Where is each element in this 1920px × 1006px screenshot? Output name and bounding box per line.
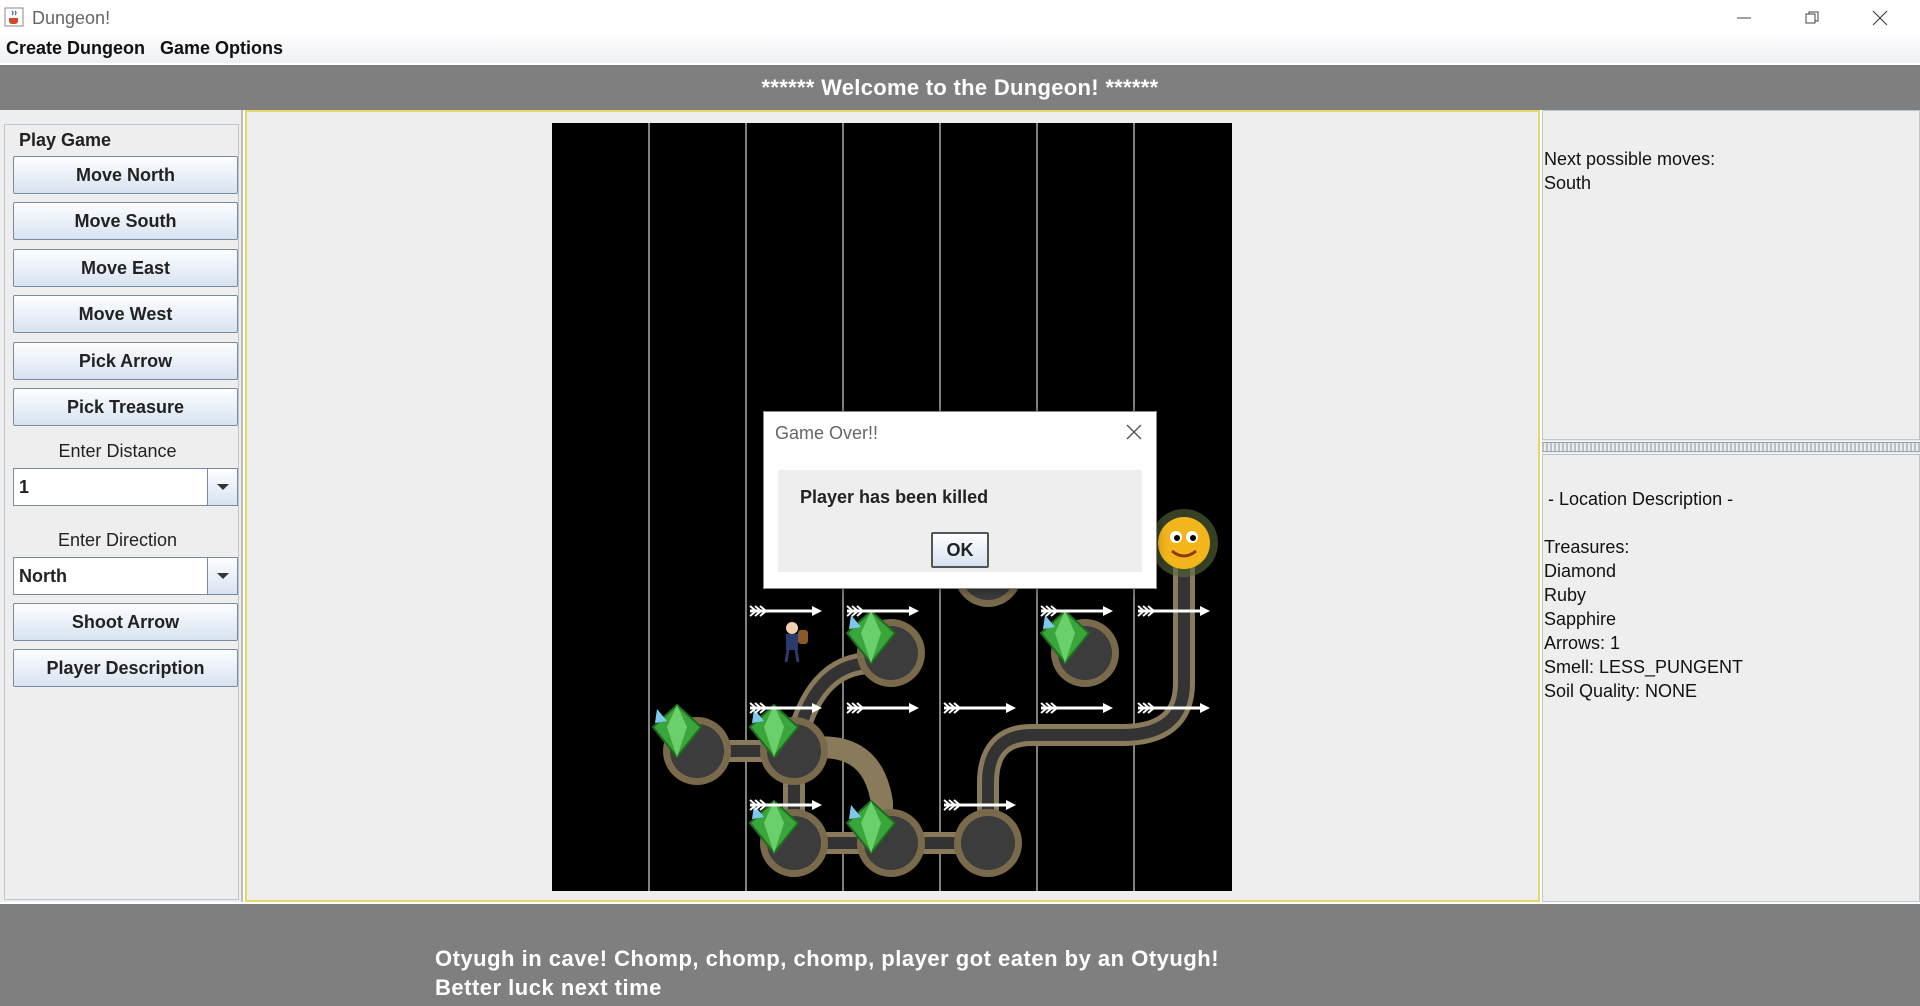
direction-dropdown-arrow[interactable] xyxy=(207,558,237,594)
treasure-item: Ruby xyxy=(1544,585,1587,605)
chevron-down-icon xyxy=(216,573,229,579)
control-panel: Play Game Move North Move South Move Eas… xyxy=(0,110,243,902)
java-cup-icon xyxy=(4,7,24,27)
play-game-group: Play Game Move North Move South Move Eas… xyxy=(4,124,239,900)
title-bar: Dungeon! xyxy=(0,0,1920,35)
enter-distance-label: Enter Distance xyxy=(58,441,177,461)
distance-value: 1 xyxy=(19,477,30,497)
game-over-dialog: Game Over!! Player has been killed OK xyxy=(763,411,1157,589)
treasure-item: Diamond xyxy=(1544,561,1617,581)
move-east-button[interactable]: Move East xyxy=(13,249,238,287)
status-message-line-1: Otyugh in cave! Chomp, chomp, chomp, pla… xyxy=(435,946,1220,971)
ok-button[interactable]: OK xyxy=(931,532,989,568)
welcome-text: ****** Welcome to the Dungeon! ****** xyxy=(761,74,1159,100)
welcome-banner: ****** Welcome to the Dungeon! ****** xyxy=(0,65,1920,110)
smell-status: Smell: LESS_PUNGENT xyxy=(1544,657,1744,677)
direction-select[interactable]: North xyxy=(13,557,238,595)
minimize-icon xyxy=(1737,17,1751,18)
next-move-item: South xyxy=(1544,173,1592,193)
otyugh-monster-icon xyxy=(1150,509,1218,577)
move-south-button[interactable]: Move South xyxy=(13,202,238,240)
split-pane-divider[interactable] xyxy=(1542,442,1920,452)
menu-game-options[interactable]: Game Options xyxy=(160,38,283,59)
distance-select[interactable]: 1 xyxy=(13,468,238,506)
close-window-button[interactable] xyxy=(1846,0,1914,35)
enter-direction-label: Enter Direction xyxy=(57,530,178,550)
location-description-title: - Location Description - xyxy=(1548,489,1734,509)
play-game-label: Play Game xyxy=(17,130,114,151)
menu-bar: Create Dungeon Game Options xyxy=(0,35,1920,63)
chevron-down-icon xyxy=(216,484,229,490)
status-message-line-2: Better luck next time xyxy=(435,975,662,1000)
status-footer: Otyugh in cave! Chomp, chomp, chomp, pla… xyxy=(0,904,1920,1006)
window-title: Dungeon! xyxy=(32,8,111,28)
distance-dropdown-arrow[interactable] xyxy=(207,469,237,505)
pick-treasure-button[interactable]: Pick Treasure xyxy=(13,388,238,426)
direction-value: North xyxy=(19,566,67,586)
player-icon xyxy=(784,622,808,663)
close-icon xyxy=(1872,10,1888,25)
next-moves-area: Next possible moves: South xyxy=(1542,110,1920,440)
move-north-button[interactable]: Move North xyxy=(13,156,238,194)
dialog-body: Player has been killed OK xyxy=(778,470,1142,572)
arrows-count: Arrows: 1 xyxy=(1544,633,1621,653)
close-icon[interactable] xyxy=(1122,420,1146,444)
restore-button[interactable] xyxy=(1778,0,1846,35)
soil-quality: Soil Quality: NONE xyxy=(1544,681,1698,701)
dialog-message: Player has been killed xyxy=(800,487,989,507)
info-panel: Next possible moves: South - Location De… xyxy=(1542,110,1920,902)
shoot-arrow-button[interactable]: Shoot Arrow xyxy=(13,603,238,641)
pick-arrow-button[interactable]: Pick Arrow xyxy=(13,342,238,380)
location-description-area: - Location Description - Treasures: Diam… xyxy=(1542,454,1920,902)
next-moves-title: Next possible moves: xyxy=(1544,149,1716,169)
move-west-button[interactable]: Move West xyxy=(13,295,238,333)
restore-icon xyxy=(1805,11,1819,23)
treasure-item: Sapphire xyxy=(1544,609,1617,629)
minimize-button[interactable] xyxy=(1710,0,1778,35)
dialog-title: Game Over!! xyxy=(775,423,879,443)
treasures-label: Treasures: xyxy=(1544,537,1630,557)
player-description-button[interactable]: Player Description xyxy=(13,649,238,687)
menu-create-dungeon[interactable]: Create Dungeon xyxy=(6,38,145,59)
